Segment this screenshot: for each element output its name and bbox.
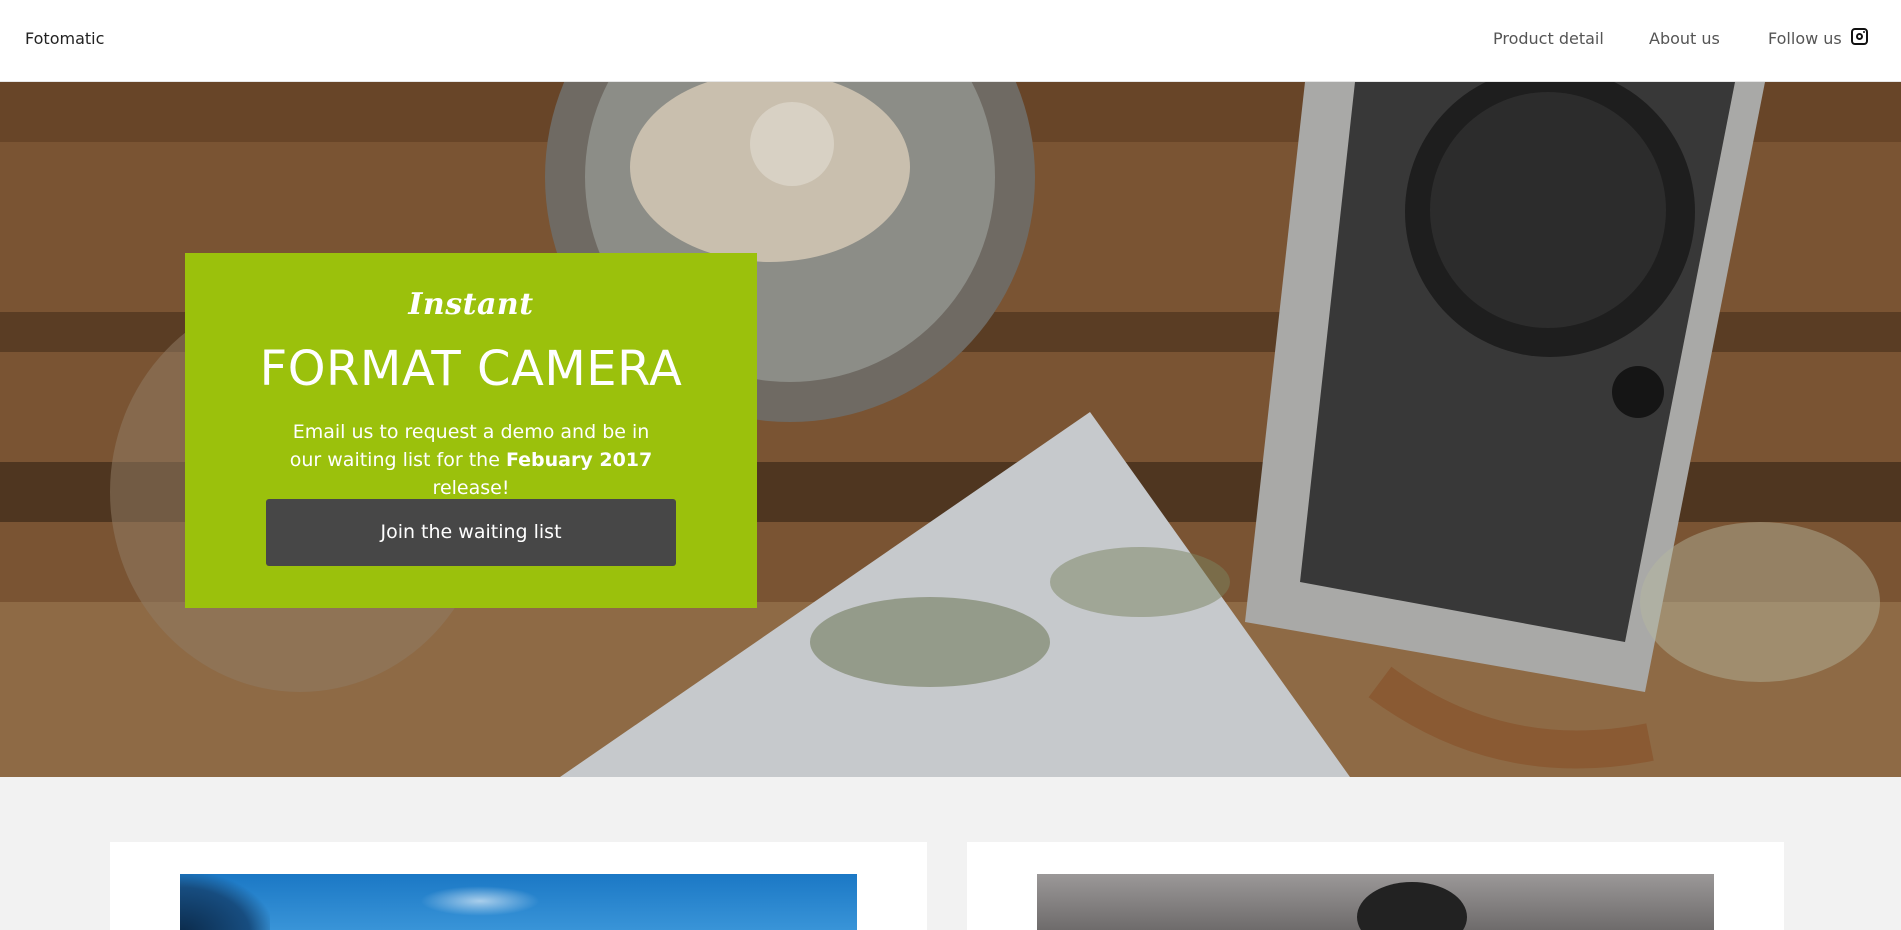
hero-script-title: Instant: [408, 287, 534, 322]
feature-card-right: [967, 842, 1784, 930]
camera-photo: [1037, 874, 1714, 930]
feature-card-left: [110, 842, 927, 930]
hero-banner: Instant FORMAT CAMERA Email us to reques…: [0, 82, 1901, 777]
sky-photo: [180, 874, 857, 930]
top-navigation-bar: Fotomatic Product detail About us Follow…: [0, 0, 1901, 82]
hero-title: FORMAT CAMERA: [259, 341, 683, 397]
hero-description: Email us to request a demo and be in our…: [280, 418, 662, 502]
instagram-icon[interactable]: [1851, 28, 1868, 45]
hero-description-end: release!: [432, 477, 510, 499]
nav-about-us[interactable]: About us: [1649, 29, 1720, 48]
brand-logo-text[interactable]: Fotomatic: [25, 29, 104, 48]
hero-release-date: Febuary 2017: [505, 449, 653, 471]
nav-product-detail[interactable]: Product detail: [1493, 29, 1604, 48]
nav-follow-us[interactable]: Follow us: [1768, 29, 1842, 48]
hero-cta-card: Instant FORMAT CAMERA Email us to reques…: [185, 253, 757, 608]
join-waiting-list-button[interactable]: Join the waiting list: [266, 499, 676, 566]
